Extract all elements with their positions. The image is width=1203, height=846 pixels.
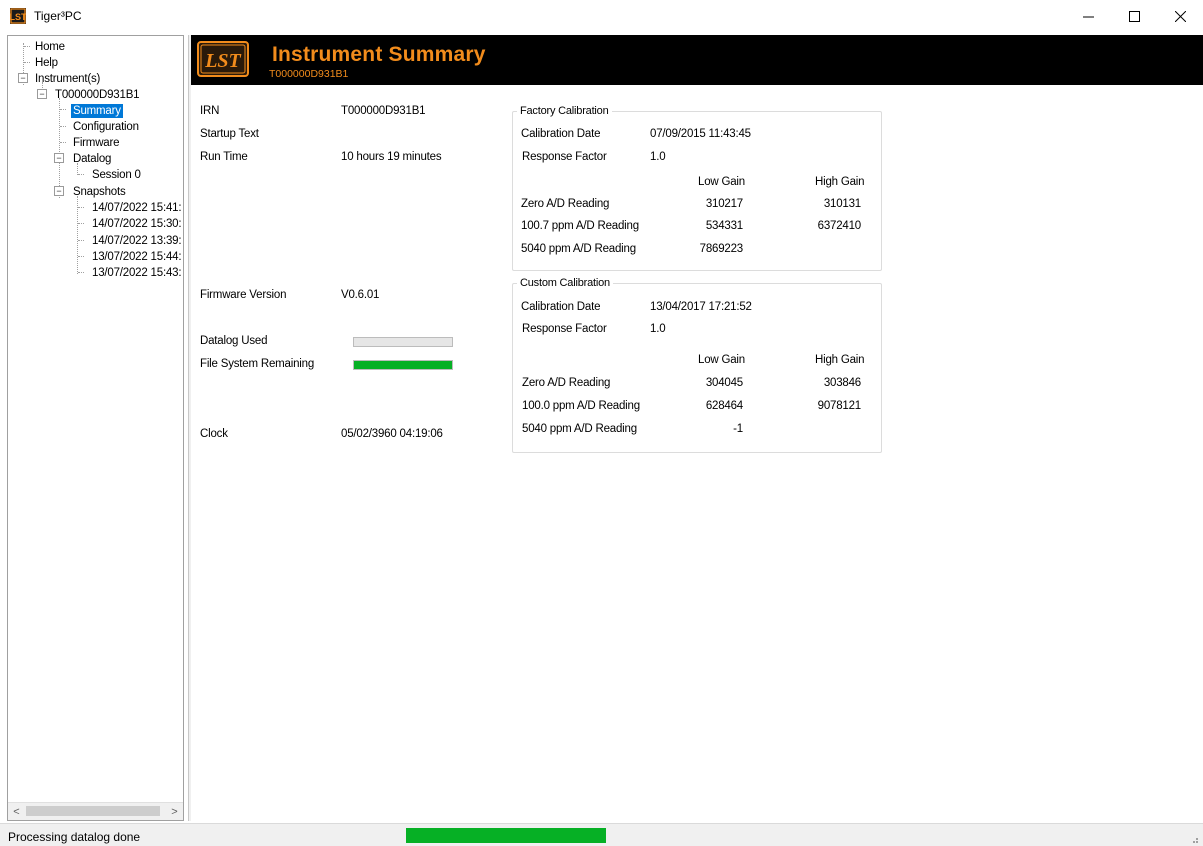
factory-calibration-legend: Factory Calibration [520,105,609,117]
factory-row-label: Zero A/D Reading [521,198,610,210]
factory-row-low: 534331 [705,220,743,232]
tree-item-snapshots[interactable]: Snapshots [73,185,126,199]
scrollbar-thumb[interactable] [26,806,160,816]
run-time-value: 10 hours 19 minutes [341,151,442,163]
tree-item-snapshot[interactable]: 14/07/2022 13:39: [92,234,182,248]
tree-item-snapshot[interactable]: 13/07/2022 15:43: [92,266,182,280]
tree-item-instruments[interactable]: Instrument(s) [35,72,100,86]
maximize-button[interactable] [1111,0,1157,32]
clock-value: 05/02/3960 04:19:06 [341,428,443,440]
tree-item-firmware[interactable]: Firmware [73,136,120,150]
logo-text: LST [204,50,241,72]
file-system-remaining-fill [354,361,452,369]
close-icon [1174,10,1186,22]
file-system-remaining-label: File System Remaining [200,358,315,370]
title-bar: LST Tiger³PC [0,0,1203,32]
custom-row-low: -1 [733,423,743,435]
factory-row-high: 6372410 [817,220,862,232]
lst-logo-icon: LST [197,41,249,77]
lst-logo-icon: LST [10,8,26,24]
custom-response-factor-label: Response Factor [522,323,607,335]
firmware-version-label: Firmware Version [200,289,287,301]
factory-response-factor-value: 1.0 [650,151,666,163]
custom-row-label: 100.0 ppm A/D Reading [522,400,640,412]
factory-high-gain-header: High Gain [815,176,865,188]
tree-item-session[interactable]: Session 0 [92,168,141,182]
status-text: Processing datalog done [8,830,141,844]
custom-response-factor-value: 1.0 [650,323,666,335]
tree-item-snapshot[interactable]: 14/07/2022 15:30: [92,217,182,231]
tree-item-instrument-id[interactable]: T000000D931B1 [55,88,140,102]
status-progress-bar [406,828,606,843]
factory-low-gain-header: Low Gain [698,176,745,188]
header-band: LST Instrument Summary T000000D931B1 [191,35,1203,85]
clock-label: Clock [200,428,228,440]
custom-calibration-legend: Custom Calibration [520,277,610,289]
collapse-icon[interactable]: − [18,73,28,83]
startup-text-label: Startup Text [200,128,259,140]
navigation-tree[interactable]: Home Help − Instrument(s) − T000000D931B… [7,35,184,821]
collapse-icon[interactable]: − [54,186,64,196]
page-title: Instrument Summary [272,43,486,66]
tree-item-snapshot[interactable]: 13/07/2022 15:44: [92,250,182,264]
custom-row-high: 303846 [823,377,861,389]
instrument-summary-panel: LST Instrument Summary T000000D931B1 IRN… [191,35,1203,821]
custom-row-label: 5040 ppm A/D Reading [522,423,637,435]
custom-calibration-date-label: Calibration Date [521,301,601,313]
tree-item-datalog[interactable]: Datalog [73,152,111,166]
custom-calibration-date-value: 13/04/2017 17:21:52 [650,301,752,313]
window-title: Tiger³PC [34,9,82,23]
factory-row-label: 100.7 ppm A/D Reading [521,220,639,232]
factory-calibration-date-label: Calibration Date [521,128,601,140]
collapse-icon[interactable]: − [54,153,64,163]
minimize-button[interactable] [1065,0,1111,32]
svg-text:LST: LST [10,12,26,22]
tree-item-configuration[interactable]: Configuration [73,120,139,134]
factory-row-label: 5040 ppm A/D Reading [521,243,636,255]
close-button[interactable] [1157,0,1203,32]
irn-value: T000000D931B1 [341,105,426,117]
custom-row-label: Zero A/D Reading [522,377,611,389]
custom-row-high: 9078121 [817,400,862,412]
custom-row-low: 628464 [705,400,743,412]
status-bar: Processing datalog done [0,823,1203,846]
datalog-used-progress [353,337,453,347]
resize-grip-icon[interactable] [1189,834,1199,844]
tree-item-summary[interactable]: Summary [71,104,123,118]
page-subtitle: T000000D931B1 [269,68,349,80]
factory-row-low: 310217 [705,198,743,210]
irn-label: IRN [200,105,220,117]
tree-horizontal-scrollbar[interactable]: < > [8,802,183,820]
factory-row-low: 7869223 [699,243,744,255]
maximize-icon [1128,10,1140,22]
run-time-label: Run Time [200,151,248,163]
custom-high-gain-header: High Gain [815,354,865,366]
tree-item-help[interactable]: Help [35,56,58,70]
file-system-remaining-progress [353,360,453,370]
minimize-icon [1082,16,1094,17]
collapse-icon[interactable]: − [37,89,47,99]
custom-low-gain-header: Low Gain [698,354,745,366]
custom-row-low: 304045 [705,377,743,389]
tree-item-home[interactable]: Home [35,40,65,54]
scroll-right-icon[interactable]: > [166,803,183,820]
status-progress-fill [406,828,606,843]
factory-calibration-date-value: 07/09/2015 11:43:45 [650,128,751,140]
scroll-left-icon[interactable]: < [8,803,25,820]
firmware-version-value: V0.6.01 [341,289,380,301]
datalog-used-label: Datalog Used [200,335,268,347]
factory-row-high: 310131 [823,198,861,210]
tree-item-snapshot[interactable]: 14/07/2022 15:41: [92,201,182,215]
factory-response-factor-label: Response Factor [522,151,607,163]
